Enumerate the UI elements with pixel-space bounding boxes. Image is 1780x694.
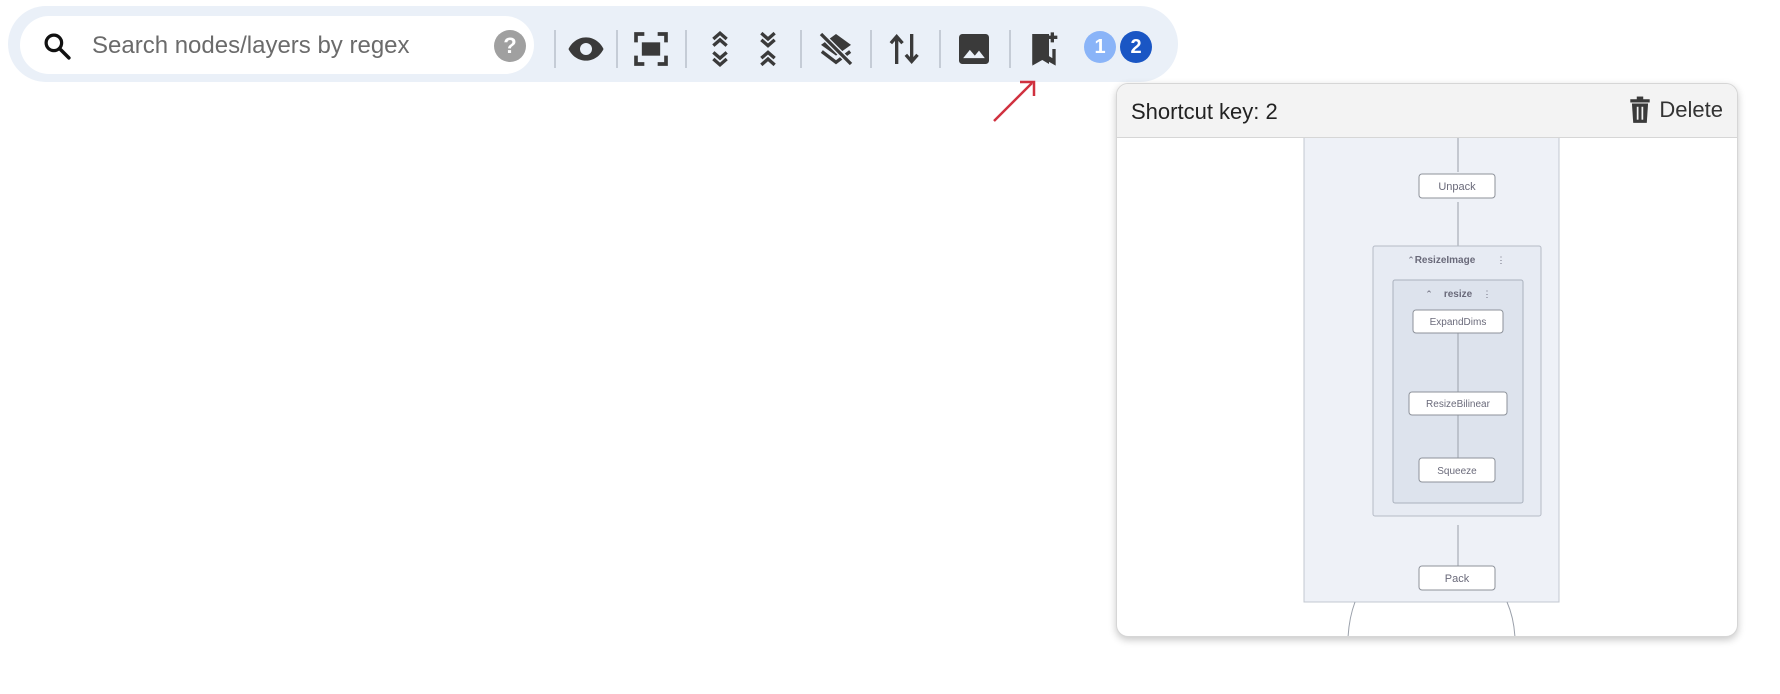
group-label: ResizeImage xyxy=(1415,255,1476,266)
graph-node-label: ResizeBilinear xyxy=(1426,399,1491,410)
toolbar: ? xyxy=(8,6,1178,82)
graph-node-label: Squeeze xyxy=(1437,466,1477,477)
toolbar-divider xyxy=(685,30,687,68)
graph-node-label: ExpandDims xyxy=(1430,317,1487,328)
flip-direction-icon xyxy=(889,33,919,65)
graph-node-label: Unpack xyxy=(1438,181,1476,193)
panel-title: Shortcut key: 2 xyxy=(1131,99,1278,124)
bookmark-badge-2[interactable]: 2 xyxy=(1120,31,1152,63)
bookmark-add-icon xyxy=(1032,32,1058,66)
group-expand-icon: ⌃ xyxy=(1407,255,1415,265)
group-expand-icon: ⌃ xyxy=(1425,289,1433,299)
collapse-all-icon xyxy=(760,31,776,67)
group-more-icon: ⋮ xyxy=(1497,255,1506,265)
collapse-all-button[interactable] xyxy=(744,25,792,73)
toggle-layers-button[interactable] xyxy=(812,25,860,73)
delete-button[interactable]: Delete xyxy=(1627,95,1723,125)
show-hide-button[interactable] xyxy=(562,25,610,73)
flip-direction-button[interactable] xyxy=(881,25,929,73)
toolbar-divider xyxy=(939,30,941,68)
delete-label: Delete xyxy=(1659,97,1723,122)
image-icon xyxy=(959,34,989,64)
fit-screen-icon xyxy=(634,32,668,66)
bookmark-badge-1[interactable]: 1 xyxy=(1084,31,1116,63)
toolbar-divider xyxy=(554,30,556,68)
export-image-button[interactable] xyxy=(950,25,998,73)
help-button[interactable]: ? xyxy=(494,30,526,62)
group-more-icon: ⋮ xyxy=(1483,289,1492,299)
group-label: resize xyxy=(1444,289,1473,300)
search-icon xyxy=(44,33,71,60)
graph-preview: Unpack ResizeImage ⌃ ⋮ resize ⌃ ⋮ Expand… xyxy=(1303,138,1560,636)
expand-all-icon xyxy=(712,30,728,68)
layers-off-icon xyxy=(818,31,854,67)
search-input[interactable] xyxy=(90,26,474,66)
search-box: ? xyxy=(20,16,534,74)
eye-icon xyxy=(568,37,604,61)
toolbar-divider xyxy=(616,30,618,68)
toolbar-divider xyxy=(870,30,872,68)
bookmark-preview-panel: Shortcut key: 2 Delete Unpack ResizeImag… xyxy=(1116,83,1738,637)
toolbar-divider xyxy=(800,30,802,68)
toolbar-divider xyxy=(1009,30,1011,68)
trash-icon xyxy=(1630,96,1651,123)
panel-header: Shortcut key: 2 Delete xyxy=(1117,84,1737,138)
expand-all-button[interactable] xyxy=(696,25,744,73)
fit-to-screen-button[interactable] xyxy=(627,25,675,73)
graph-node-label: Pack xyxy=(1445,573,1470,585)
annotation-arrow xyxy=(993,80,1036,122)
add-bookmark-button[interactable] xyxy=(1020,25,1068,73)
